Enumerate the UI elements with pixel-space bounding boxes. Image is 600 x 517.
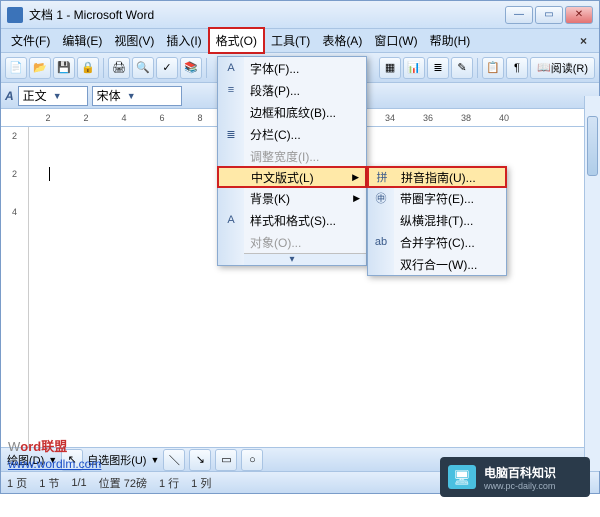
separator <box>477 58 478 78</box>
menu-item-enclosed-char[interactable]: ㊥带圈字符(E)... <box>368 187 506 209</box>
drawing-icon[interactable]: ✎ <box>451 57 473 79</box>
menu-insert[interactable]: 插入(I) <box>160 29 207 52</box>
font-value: 宋体 <box>97 87 121 104</box>
menu-edit[interactable]: 编辑(E) <box>56 29 108 52</box>
menu-item-font[interactable]: A字体(F)... <box>218 57 366 79</box>
format-menu-dropdown: A字体(F)... ≡段落(P)... 边框和底纹(B)... ≣分栏(C)..… <box>217 56 367 266</box>
columns-icon: ≣ <box>223 126 239 142</box>
arrow-icon[interactable]: ↘ <box>189 449 211 471</box>
preview-icon[interactable]: 🔍 <box>132 57 154 79</box>
badge-title: 电脑百科知识 <box>484 464 556 481</box>
watermark-link[interactable]: www.wordlm.com <box>8 457 101 471</box>
new-doc-icon[interactable]: 📄 <box>5 57 27 79</box>
badge-url: www.pc-daily.com <box>484 481 556 491</box>
separator <box>103 58 104 78</box>
status-section: 1 节 <box>39 475 59 491</box>
oval-icon[interactable]: ○ <box>241 449 263 471</box>
columns-icon[interactable]: ≣ <box>427 57 449 79</box>
menu-item-chinese-layout[interactable]: 中文版式(L)▶ <box>217 166 367 188</box>
menu-item-columns[interactable]: ≣分栏(C)... <box>218 123 366 145</box>
maximize-button[interactable]: ▭ <box>535 6 563 24</box>
menu-help[interactable]: 帮助(H) <box>424 29 477 52</box>
reading-button[interactable]: 📖 阅读(R) <box>530 57 595 79</box>
menu-table[interactable]: 表格(A) <box>316 29 368 52</box>
vertical-ruler[interactable]: 2 2 4 <box>1 127 29 447</box>
submenu-arrow-icon: ▶ <box>352 172 359 183</box>
style-value: 正文 <box>23 87 47 104</box>
titlebar: 文档 1 - Microsoft Word — ▭ ✕ <box>1 1 599 29</box>
enclosed-icon: ㊥ <box>373 190 389 206</box>
menu-item-object: 对象(O)... <box>218 231 366 253</box>
chevron-down-icon: ▼ <box>53 91 62 101</box>
watermark-text: Word联盟 <box>8 436 67 455</box>
menu-format[interactable]: 格式(O) <box>208 27 265 54</box>
save-icon[interactable]: 💾 <box>53 57 75 79</box>
menu-tools[interactable]: 工具(T) <box>265 29 316 52</box>
pinyin-icon: 拼 <box>374 169 390 185</box>
menu-item-borders[interactable]: 边框和底纹(B)... <box>218 101 366 123</box>
status-col: 1 列 <box>191 475 211 491</box>
menu-view[interactable]: 视图(V) <box>108 29 160 52</box>
submenu-arrow-icon: ▶ <box>353 193 360 204</box>
menu-item-background[interactable]: 背景(K)▶ <box>218 187 366 209</box>
badge-logo-icon: 🖥 <box>448 465 476 489</box>
close-button[interactable]: ✕ <box>565 6 593 24</box>
menu-item-horizontal-vertical[interactable]: 纵横混排(T)... <box>368 209 506 231</box>
font-icon: A <box>223 60 239 76</box>
chevron-down-icon: ▼ <box>127 91 136 101</box>
menu-window[interactable]: 窗口(W) <box>368 29 423 52</box>
excel-icon[interactable]: 📊 <box>403 57 425 79</box>
window-title: 文档 1 - Microsoft Word <box>29 6 505 23</box>
menu-item-pinyin-guide[interactable]: 拼拼音指南(U)... <box>367 166 507 188</box>
scrollbar-thumb[interactable] <box>587 116 598 176</box>
open-icon[interactable]: 📂 <box>29 57 51 79</box>
para-icon[interactable]: ¶ <box>506 57 528 79</box>
status-position: 位置 72磅 <box>99 475 147 491</box>
styles-icon: A <box>223 212 239 228</box>
site-badge: 🖥 电脑百科知识 www.pc-daily.com <box>440 457 590 497</box>
separator <box>206 58 207 78</box>
minimize-button[interactable]: — <box>505 6 533 24</box>
menu-item-styles[interactable]: A样式和格式(S)... <box>218 209 366 231</box>
paragraph-icon: ≡ <box>223 82 239 98</box>
status-page: 1 页 <box>7 475 27 491</box>
text-cursor <box>49 167 50 181</box>
app-icon <box>7 7 23 23</box>
menu-item-two-lines[interactable]: 双行合一(W)... <box>368 253 506 275</box>
doc-close-button[interactable]: × <box>572 34 595 48</box>
menu-file[interactable]: 文件(F) <box>5 29 56 52</box>
research-icon[interactable]: 📚 <box>180 57 202 79</box>
vertical-scrollbar[interactable] <box>584 96 600 471</box>
status-line: 1 行 <box>159 475 179 491</box>
chevron-down-icon: ▼ <box>150 455 159 465</box>
menu-item-paragraph[interactable]: ≡段落(P)... <box>218 79 366 101</box>
line-icon[interactable]: ＼ <box>163 449 185 471</box>
window-buttons: — ▭ ✕ <box>505 6 593 24</box>
rect-icon[interactable]: ▭ <box>215 449 237 471</box>
menubar: 文件(F) 编辑(E) 视图(V) 插入(I) 格式(O) 工具(T) 表格(A… <box>1 29 599 53</box>
print-icon[interactable]: 🖨 <box>108 57 130 79</box>
menu-item-adjust-width: 调整宽度(I)... <box>218 145 366 167</box>
spell-icon[interactable]: ✓ <box>156 57 178 79</box>
docmap-icon[interactable]: 📋 <box>482 57 504 79</box>
table-icon[interactable]: ▦ <box>379 57 401 79</box>
chinese-layout-submenu: 拼拼音指南(U)... ㊥带圈字符(E)... 纵横混排(T)... ab合并字… <box>367 166 507 276</box>
font-combo[interactable]: 宋体 ▼ <box>92 86 182 106</box>
status-pages: 1/1 <box>71 477 86 489</box>
permission-icon[interactable]: 🔒 <box>77 57 99 79</box>
combine-icon: ab <box>373 234 389 250</box>
style-icon[interactable]: A <box>5 89 14 103</box>
style-combo[interactable]: 正文 ▼ <box>18 86 88 106</box>
menu-item-combine-chars[interactable]: ab合并字符(C)... <box>368 231 506 253</box>
badge-text: 电脑百科知识 www.pc-daily.com <box>484 464 556 491</box>
